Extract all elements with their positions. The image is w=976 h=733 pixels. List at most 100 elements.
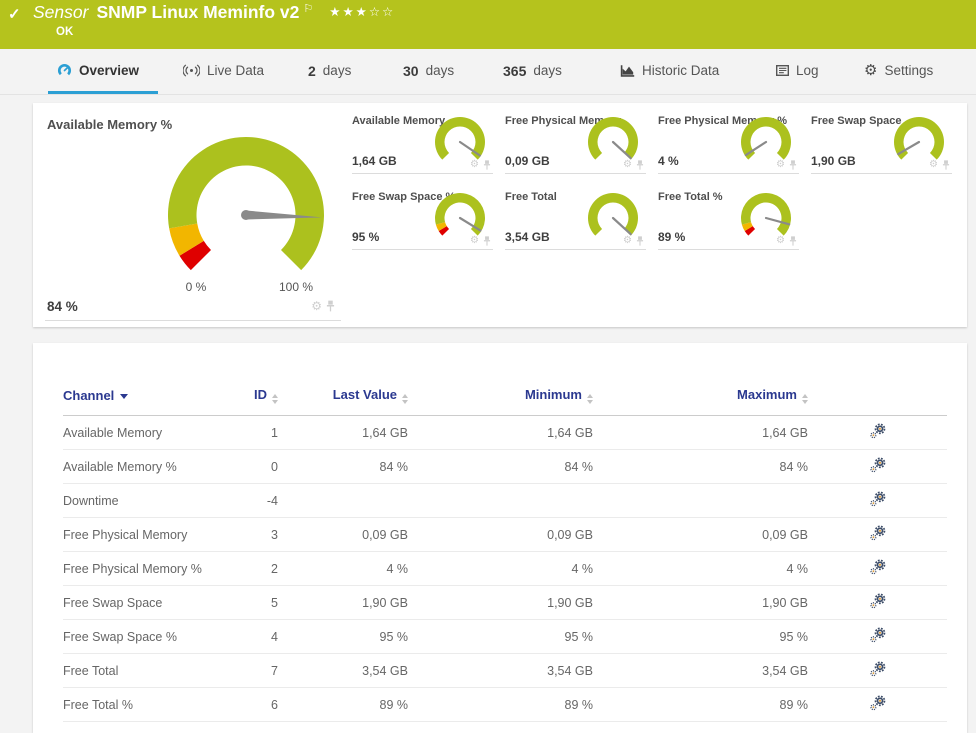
tab-settings[interactable]: ⚙ Settings [864,49,933,92]
gear-icon: ⚙ [864,62,878,79]
channel-table-row: Free Physical Memory 3 0,09 GB 0,09 GB 0… [63,517,947,552]
tab-overview[interactable]: Overview [57,49,139,92]
channel-table-row: Available Memory 1 1,64 GB 1,64 GB 1,64 … [63,415,947,450]
channel-gauge-title: Free Swap Space [811,115,902,127]
channel-settings-gears-icon[interactable] [869,525,886,541]
status-ok-check-icon: ✓ [8,6,21,23]
channel-gauge-tile[interactable]: Available Memory 1,64 GB ⚙ [352,113,493,174]
channel-settings-gears-icon[interactable] [869,593,886,609]
channel-maximum-cell: 3,54 GB [593,653,808,688]
column-header-id[interactable]: ID [223,387,278,416]
gauge-tile-actions: ⚙ [929,160,950,170]
pin-icon[interactable] [789,236,797,246]
column-header-maximum[interactable]: Maximum [593,387,808,416]
pin-icon[interactable] [636,160,644,170]
channel-minimum-cell: 1,90 GB [408,585,593,620]
channel-gauge-tile[interactable]: Free Swap Space % 95 % ⚙ [352,189,493,250]
gauge-max-label: 100 % [279,280,313,294]
tab-365-days-label: days [533,63,562,78]
sensor-status-bar: ✓ Sensor SNMP Linux Meminfo v2 ⚐ ★★★☆☆ O… [0,0,976,49]
channel-last-value-cell: 89 % [278,687,408,722]
gauge-tile-actions: ⚙ [776,236,797,246]
gauge-settings-gear-icon[interactable]: ⚙ [470,236,479,246]
log-list-icon [776,65,789,76]
channel-settings-gears-icon[interactable] [869,627,886,643]
channel-settings-gears-icon[interactable] [869,559,886,575]
channel-minimum-cell: 3,54 GB [408,653,593,688]
channel-gauge-title: Free Total [505,191,557,203]
channel-table-row: Free Physical Memory % 2 4 % 4 % 4 % [63,551,947,586]
tab-30-days[interactable]: 30 days [403,49,454,92]
channel-gauge-value: 89 % [658,230,686,244]
sort-arrows-icon [402,394,408,404]
channel-last-value-cell: 3,54 GB [278,653,408,688]
channel-name-cell: Free Total [63,653,223,688]
channel-settings-gears-icon[interactable] [869,661,886,677]
small-gauges-grid: Available Memory 1,64 GB ⚙ Free Physical… [352,113,964,250]
sensor-title: SNMP Linux Meminfo v2 [96,2,300,22]
column-header-minimum[interactable]: Minimum [408,387,593,416]
pin-icon[interactable] [483,236,491,246]
channel-gauge-value: 0,09 GB [505,154,550,168]
gauge-settings-gear-icon[interactable]: ⚙ [776,236,785,246]
channel-settings-gears-icon[interactable] [869,457,886,473]
channel-gauge-tile[interactable]: Free Total 3,54 GB ⚙ [505,189,646,250]
column-header-last-value[interactable]: Last Value [278,387,408,416]
flag-icon[interactable]: ⚐ [303,2,313,15]
column-header-actions [808,387,947,416]
tab-live-data[interactable]: Live Data [183,49,264,92]
channel-gauge-tile[interactable]: Free Total % 89 % ⚙ [658,189,799,250]
primary-channel-gauge-tile[interactable]: Available Memory % 0 % 100 % 84 % ⚙ [45,109,341,321]
sort-caret-icon [120,394,129,399]
gauges-panel: Available Memory % 0 % 100 % 84 % ⚙ Avail… [33,103,967,327]
channel-minimum-cell: 89 % [408,687,593,722]
channel-last-value-cell: 84 % [278,449,408,484]
channel-maximum-cell: 0,09 GB [593,517,808,552]
gauge-settings-gear-icon[interactable]: ⚙ [776,160,785,170]
active-tab-indicator [48,91,158,94]
tab-30-days-number: 30 [403,62,419,79]
channel-maximum-cell: 89 % [593,687,808,722]
gauge-settings-gear-icon[interactable]: ⚙ [623,160,632,170]
channel-table-header-row: Channel ID Last Value Minimum Maximum [63,387,947,416]
channel-name-cell: Free Physical Memory [63,517,223,552]
gauge-settings-gear-icon[interactable]: ⚙ [470,160,479,170]
channel-id-cell: 0 [223,449,278,484]
gauge-tile-actions: ⚙ [470,236,491,246]
pin-icon[interactable] [483,160,491,170]
channel-id-cell: -4 [223,483,278,518]
gauge-tile-actions: ⚙ [776,160,797,170]
channel-gauge-value: 1,90 GB [811,154,856,168]
channel-settings-gears-icon[interactable] [869,695,886,711]
tab-2-days[interactable]: 2 days [308,49,351,92]
tab-log-label: Log [796,63,819,78]
tab-2-days-label: days [322,63,352,78]
channel-minimum-cell [408,483,593,518]
tab-30-days-label: days [425,63,455,78]
channel-last-value-cell: 0,09 GB [278,517,408,552]
pin-icon[interactable] [326,300,335,312]
gauge-settings-gear-icon[interactable]: ⚙ [929,160,938,170]
channel-gauge-value: 95 % [352,230,380,244]
gauge-tile-actions: ⚙ [623,160,644,170]
channel-settings-gears-icon[interactable] [869,423,886,439]
pin-icon[interactable] [636,236,644,246]
column-header-channel[interactable]: Channel [63,387,223,416]
gauge-settings-gear-icon[interactable]: ⚙ [623,236,632,246]
channel-settings-gears-icon[interactable] [869,491,886,507]
tab-settings-label: Settings [884,63,934,78]
channel-gauge-tile[interactable]: Free Swap Space 1,90 GB ⚙ [811,113,952,174]
pin-icon[interactable] [789,160,797,170]
tab-historic-data[interactable]: Historic Data [620,49,719,92]
tab-log[interactable]: Log [776,49,819,92]
channel-maximum-cell: 4 % [593,551,808,586]
pin-icon[interactable] [942,160,950,170]
priority-stars[interactable]: ★★★☆☆ [329,4,395,19]
channel-maximum-cell: 1,64 GB [593,415,808,450]
channel-gauge-tile[interactable]: Free Physical Memory % 4 % ⚙ [658,113,799,174]
channel-last-value-cell: 4 % [278,551,408,586]
tab-365-days[interactable]: 365 days [503,49,562,92]
gauge-settings-gear-icon[interactable]: ⚙ [311,300,322,312]
channel-id-cell: 4 [223,619,278,654]
channel-gauge-tile[interactable]: Free Physical Memory 0,09 GB ⚙ [505,113,646,174]
